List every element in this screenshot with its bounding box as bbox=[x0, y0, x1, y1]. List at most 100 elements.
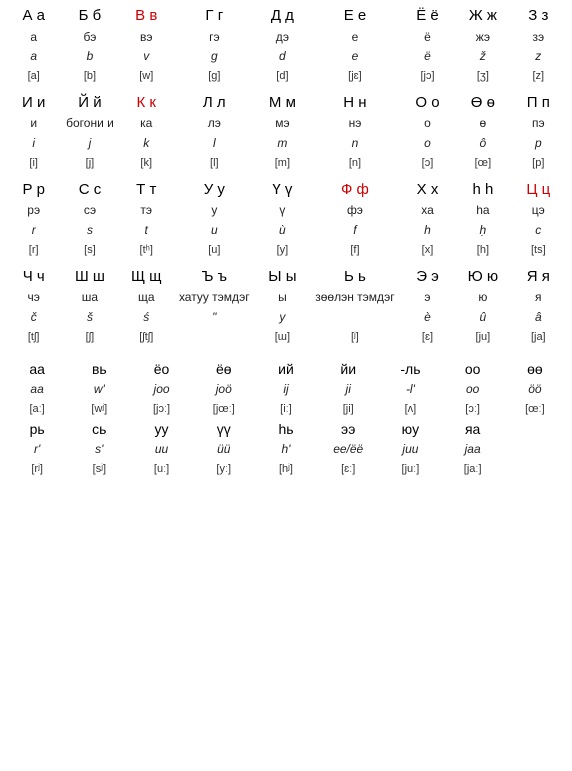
letter-ipa-cell: [h] bbox=[455, 241, 510, 259]
combo-cell: үү bbox=[193, 418, 255, 440]
letter-latin-cell: o bbox=[400, 134, 455, 154]
letter-cell: П п bbox=[511, 85, 566, 115]
letter-name-cell: ха bbox=[400, 201, 455, 221]
letter-latin-cell: y bbox=[255, 308, 310, 328]
letter-latin-cell: e bbox=[310, 47, 400, 67]
combo-cell: рь bbox=[6, 418, 68, 440]
letter-cell: Ь ь bbox=[310, 259, 400, 289]
letter-cell: Д д bbox=[255, 4, 310, 28]
letter-name-cell: зэ bbox=[511, 28, 566, 48]
letter-name-cell: фэ bbox=[310, 201, 400, 221]
combo-ipa-cell: [hʲ] bbox=[255, 460, 317, 478]
letter-ipa-cell: [n] bbox=[310, 154, 400, 172]
letter-cell: К к bbox=[119, 85, 174, 115]
letter-name-cell: зөөлэн тэмдэг bbox=[310, 288, 400, 308]
alphabet-table: А аБ бВ вГ гД дЕ еЁ ёЖ жЗ забэвэгэдэеёжэ… bbox=[6, 4, 566, 346]
letter-name-cell: я bbox=[511, 288, 566, 308]
combo-latin-cell: juu bbox=[379, 440, 441, 460]
combo-ipa-cell: [jɔː] bbox=[130, 400, 192, 418]
letter-ipa-cell: [ɯ] bbox=[255, 328, 310, 346]
letter-cell: Ш ш bbox=[61, 259, 118, 289]
combo-latin-cell: ee/ëë bbox=[317, 440, 379, 460]
combo-ipa-cell: [jaː] bbox=[442, 460, 504, 478]
letter-ipa-cell: [ja] bbox=[511, 328, 566, 346]
combo-latin-cell: s' bbox=[68, 440, 130, 460]
letter-latin-cell: ś bbox=[119, 308, 174, 328]
letter-cell: Ы ы bbox=[255, 259, 310, 289]
letter-cell: Щ щ bbox=[119, 259, 174, 289]
combo-cell: юу bbox=[379, 418, 441, 440]
letter-latin-cell: ë bbox=[400, 47, 455, 67]
combo-ipa-cell: [yː] bbox=[193, 460, 255, 478]
letter-name-cell: тэ bbox=[119, 201, 174, 221]
letter-latin-cell bbox=[310, 308, 400, 328]
combo-cell: оо bbox=[442, 358, 504, 380]
letter-cell: А а bbox=[6, 4, 61, 28]
letter-cell: С с bbox=[61, 172, 118, 202]
combo-latin-cell: uu bbox=[130, 440, 192, 460]
letter-cell: Э э bbox=[400, 259, 455, 289]
letter-cell: Н н bbox=[310, 85, 400, 115]
letter-name-cell: жэ bbox=[455, 28, 510, 48]
combo-latin-cell: h' bbox=[255, 440, 317, 460]
combo-table: аавьёоёɵиййи-льооөөaaw'joojoöijji-l'ooöö… bbox=[6, 358, 566, 478]
letter-latin-cell: p bbox=[511, 134, 566, 154]
letter-ipa-cell: [m] bbox=[255, 154, 310, 172]
letter-name-cell: нэ bbox=[310, 114, 400, 134]
letter-name-cell: ка bbox=[119, 114, 174, 134]
letter-name-cell: а bbox=[6, 28, 61, 48]
combo-ipa-cell: [juː] bbox=[379, 460, 441, 478]
letter-latin-cell: è bbox=[400, 308, 455, 328]
letter-cell: Я я bbox=[511, 259, 566, 289]
combo-cell: ёɵ bbox=[193, 358, 255, 380]
letter-cell: Ж ж bbox=[455, 4, 510, 28]
letter-ipa-cell: [ʲ] bbox=[310, 328, 400, 346]
combo-cell: аа bbox=[6, 358, 68, 380]
combo-ipa-cell: [ɛː] bbox=[317, 460, 379, 478]
combo-ipa-cell: [jœː] bbox=[193, 400, 255, 418]
combo-latin-cell: aa bbox=[6, 380, 68, 400]
letter-latin-cell: s bbox=[61, 221, 118, 241]
letter-ipa-cell: [ʒ] bbox=[455, 67, 510, 85]
letter-cell: Ю ю bbox=[455, 259, 510, 289]
letter-cell: Ф ф bbox=[310, 172, 400, 202]
letter-latin-cell: ô bbox=[455, 134, 510, 154]
combo-latin-cell: -l' bbox=[379, 380, 441, 400]
letter-cell: Т т bbox=[119, 172, 174, 202]
letter-latin-cell: š bbox=[61, 308, 118, 328]
letter-ipa-cell: [z] bbox=[511, 67, 566, 85]
letter-cell: З з bbox=[511, 4, 566, 28]
letter-name-cell: е bbox=[310, 28, 400, 48]
letter-latin-cell: â bbox=[511, 308, 566, 328]
letter-latin-cell: n bbox=[310, 134, 400, 154]
letter-ipa-cell: [j] bbox=[61, 154, 118, 172]
letter-name-cell: ɵ bbox=[455, 114, 510, 134]
letter-cell: В в bbox=[119, 4, 174, 28]
combo-cell: йи bbox=[317, 358, 379, 380]
letter-cell: Л л bbox=[174, 85, 255, 115]
letter-name-cell: о bbox=[400, 114, 455, 134]
letter-cell: Б б bbox=[61, 4, 118, 28]
combo-ipa-cell: [ʌ] bbox=[379, 400, 441, 418]
combo-cell: ээ bbox=[317, 418, 379, 440]
letter-ipa-cell: [a] bbox=[6, 67, 61, 85]
letter-ipa-cell: [ɡ] bbox=[174, 67, 255, 85]
letter-ipa-cell: [f] bbox=[310, 241, 400, 259]
letter-name-cell: ha bbox=[455, 201, 510, 221]
letter-ipa-cell: [u] bbox=[174, 241, 255, 259]
combo-latin-cell bbox=[504, 440, 566, 460]
combo-latin-cell: joö bbox=[193, 380, 255, 400]
letter-ipa-cell bbox=[174, 328, 255, 346]
letter-latin-cell: ù bbox=[255, 221, 310, 241]
letter-cell: Ё ё bbox=[400, 4, 455, 28]
letter-name-cell: хатуу тэмдэг bbox=[174, 288, 255, 308]
letter-latin-cell: û bbox=[455, 308, 510, 328]
letter-name-cell: лэ bbox=[174, 114, 255, 134]
letter-name-cell: пэ bbox=[511, 114, 566, 134]
combo-latin-cell: w' bbox=[68, 380, 130, 400]
letter-ipa-cell: [jɔ] bbox=[400, 67, 455, 85]
letter-latin-cell: h bbox=[400, 221, 455, 241]
letter-cell: Ц ц bbox=[511, 172, 566, 202]
letter-latin-cell: c bbox=[511, 221, 566, 241]
letter-latin-cell: u bbox=[174, 221, 255, 241]
